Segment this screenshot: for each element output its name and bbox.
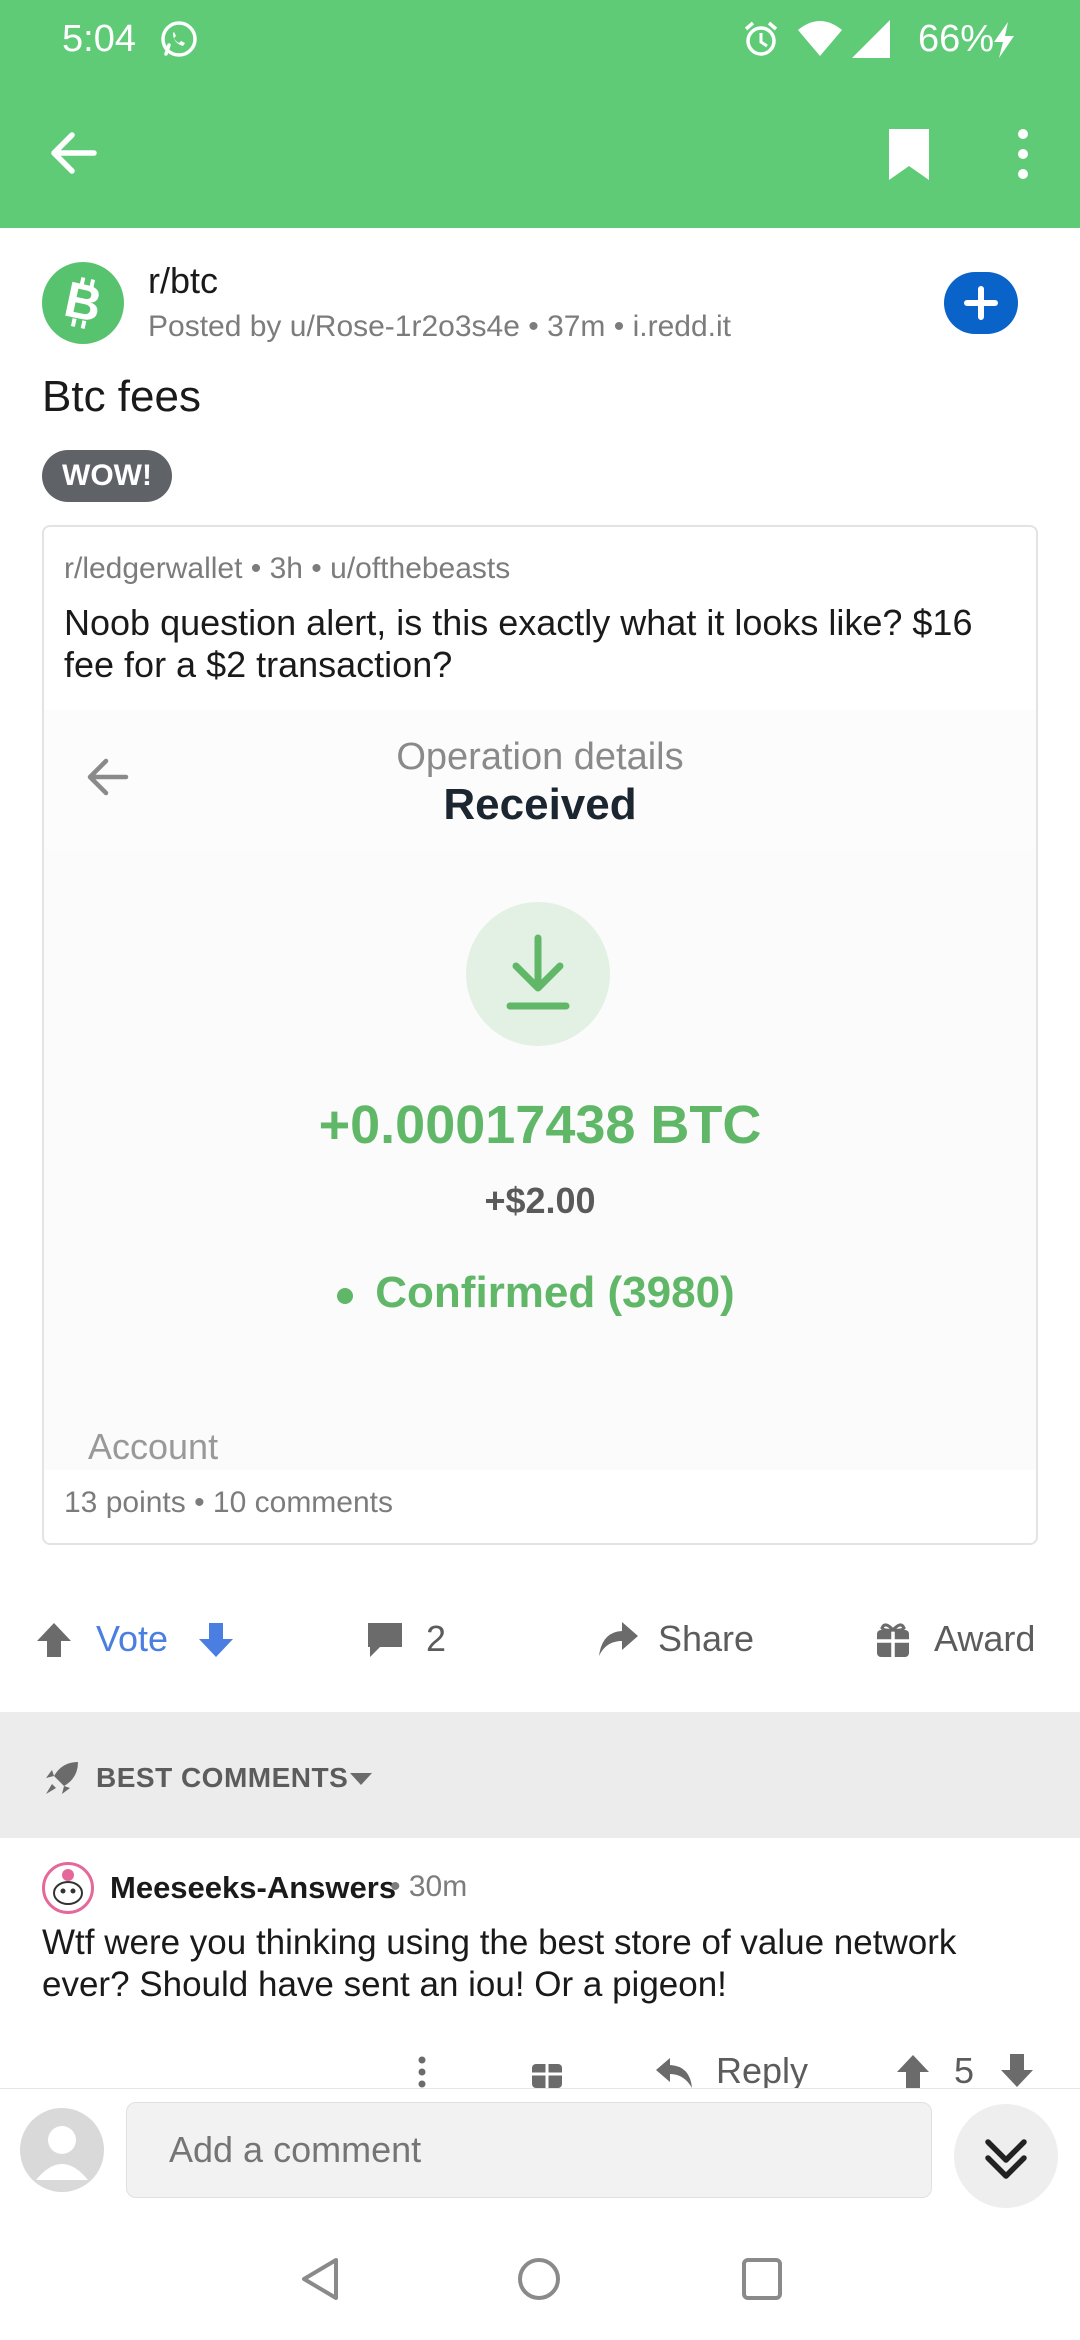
received-amount: +0.00017438 BTC (318, 1095, 762, 1155)
nav-home-icon[interactable] (516, 2256, 562, 2302)
reply-label[interactable]: Reply (716, 2050, 808, 2092)
share-icon[interactable] (596, 1618, 640, 1660)
snoo-avatar-icon (53, 1869, 83, 1905)
comment-score: 5 (954, 2050, 975, 2091)
comment-more-icon[interactable] (412, 2054, 432, 2088)
comment-gift-icon[interactable] (530, 2056, 564, 2088)
crosspost-footer: 13 points • 10 comments (64, 1486, 394, 1519)
fiat-amount: +$2.00 (484, 1180, 596, 1221)
comment-downvote-icon[interactable] (998, 2052, 1036, 2088)
join-button[interactable] (944, 272, 1018, 334)
comment-count[interactable]: 2 (426, 1618, 446, 1660)
sort-label[interactable]: BEST COMMENTS (96, 1762, 348, 1794)
signal-icon (852, 20, 890, 58)
vote-label: Vote (96, 1618, 169, 1659)
chevron-down-icon (350, 1773, 372, 1785)
rocket-icon (46, 1762, 78, 1794)
comment-actions (0, 2044, 1080, 2088)
award-label[interactable]: Award (934, 1618, 1035, 1660)
reply-icon[interactable] (654, 2054, 694, 2088)
battery-percent: 66% (917, 18, 994, 60)
app-bar (0, 76, 1080, 228)
comment-icon[interactable] (364, 1620, 406, 1660)
upvote-icon[interactable] (34, 1620, 74, 1660)
comment-upvote-icon[interactable] (894, 2052, 932, 2088)
nav-recents-icon[interactable] (740, 2256, 784, 2302)
wifi-icon (798, 21, 842, 56)
more-vert-icon[interactable] (1010, 126, 1036, 182)
user-avatar-icon (36, 2126, 88, 2180)
comment-avatar[interactable] (42, 1862, 94, 1914)
post-meta: Posted by u/Rose-1r2o3s4e • 37m • i.redd… (148, 310, 731, 343)
download-icon (506, 934, 570, 1010)
downvote-icon[interactable] (196, 1620, 236, 1660)
post-title: Btc fees (42, 372, 201, 421)
comment-author[interactable]: Meeseeks-Answers (110, 1870, 396, 1906)
plus-icon (964, 286, 998, 320)
account-label: Account (88, 1426, 219, 1467)
back-arrow-icon[interactable] (46, 126, 100, 180)
comment-time: • 30m (390, 1870, 468, 1903)
share-label[interactable]: Share (658, 1618, 754, 1660)
add-comment-input[interactable] (126, 2102, 932, 2198)
bitcoin-logo-icon: B (60, 271, 107, 333)
confirmed-status: Confirmed (3980) (375, 1268, 735, 1317)
user-avatar[interactable] (20, 2108, 104, 2192)
bookmark-icon[interactable] (886, 126, 932, 182)
charging-icon (994, 22, 1014, 58)
double-chevron-down-icon (985, 2139, 1027, 2179)
whatsapp-icon (161, 21, 197, 57)
download-circle (466, 902, 610, 1046)
nav-back-icon[interactable] (298, 2256, 342, 2302)
comment-body: Wtf were you thinking using the best sto… (42, 1923, 957, 2004)
expand-comments-button[interactable] (954, 2104, 1058, 2208)
gift-icon[interactable] (874, 1620, 912, 1660)
operation-details-label: Operation details (396, 736, 684, 778)
post-flair: WOW! (42, 450, 172, 502)
alarm-icon (744, 21, 778, 56)
crosspost-title: Noob question alert, is this exactly wha… (64, 602, 973, 685)
operation-status: Received (443, 780, 637, 829)
status-bar: 5:04 66% (0, 0, 1080, 76)
crosspost-meta: r/ledgerwallet • 3h • u/ofthebeasts (64, 552, 511, 585)
subreddit-avatar[interactable]: B (42, 262, 124, 344)
system-nav-bar (0, 2218, 1080, 2340)
status-time: 5:04 (62, 18, 136, 60)
subreddit-name[interactable]: r/btc (148, 260, 218, 302)
